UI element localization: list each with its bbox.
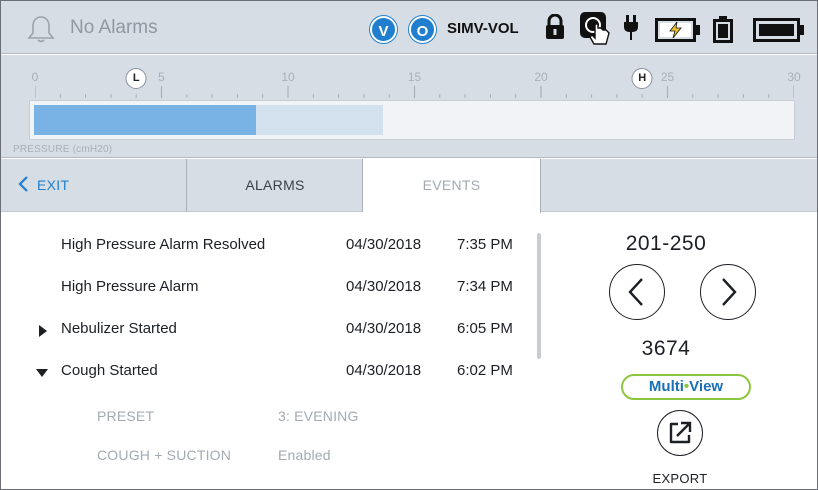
gauge-tick-label: 10 bbox=[281, 70, 295, 84]
export-button[interactable] bbox=[657, 410, 703, 456]
event-date: 04/30/2018 bbox=[346, 278, 422, 295]
event-row[interactable]: Nebulizer Started 04/30/2018 6:05 PM bbox=[1, 309, 541, 351]
tab-events[interactable]: EVENTS bbox=[363, 159, 541, 213]
collapse-arrow-icon[interactable] bbox=[36, 368, 48, 378]
event-time: 6:05 PM bbox=[457, 320, 513, 337]
event-date: 04/30/2018 bbox=[346, 362, 422, 379]
battery-charging-icon bbox=[655, 18, 701, 47]
gauge-tick-label: 30 bbox=[787, 70, 801, 84]
gauge-tick-label: 5 bbox=[158, 70, 165, 84]
gauge-tick-label: 20 bbox=[534, 70, 548, 84]
event-name: Cough Started bbox=[61, 362, 158, 379]
pressure-fill-bar bbox=[34, 105, 257, 135]
event-detail-row: PRESET 3: EVENING bbox=[1, 398, 541, 438]
gauge-tick-label: 25 bbox=[660, 70, 675, 84]
detail-value: 3: EVENING bbox=[278, 408, 359, 424]
event-date: 04/30/2018 bbox=[346, 236, 422, 253]
touch-lock-icon[interactable] bbox=[579, 11, 613, 50]
chevron-left-icon bbox=[18, 176, 28, 192]
event-time: 7:34 PM bbox=[457, 278, 513, 295]
multiview-right: View bbox=[689, 378, 724, 395]
volume-mode-badge: V bbox=[370, 16, 397, 43]
multiview-left: Multi bbox=[648, 378, 684, 395]
battery-full-icon bbox=[753, 18, 805, 47]
event-detail-row: COUGH + SUCTION Enabled bbox=[1, 437, 541, 477]
gauge-ticks bbox=[35, 86, 794, 98]
alarm-status[interactable]: No Alarms bbox=[70, 17, 158, 39]
event-total: 3674 bbox=[641, 337, 691, 360]
exit-button[interactable]: EXIT bbox=[1, 159, 187, 212]
page-range: 201-250 bbox=[625, 232, 707, 255]
event-date: 04/30/2018 bbox=[346, 320, 422, 337]
chevron-right-icon bbox=[721, 277, 737, 306]
exit-label: EXIT bbox=[37, 177, 70, 193]
next-page-button[interactable] bbox=[700, 264, 756, 320]
export-icon bbox=[669, 421, 691, 443]
app-frame: No Alarms V O SIMV-VOL 0 5 10 15 20 25 3… bbox=[0, 0, 818, 490]
tab-bar: EXIT ALARMS EVENTS bbox=[1, 159, 817, 213]
expand-arrow-icon[interactable] bbox=[38, 325, 48, 337]
events-scrollbar[interactable] bbox=[537, 233, 541, 359]
event-name: High Pressure Alarm bbox=[61, 278, 199, 295]
status-header: No Alarms V O SIMV-VOL bbox=[1, 1, 817, 54]
chevron-left-icon bbox=[627, 277, 643, 306]
event-row[interactable]: High Pressure Alarm 04/30/2018 7:34 PM bbox=[1, 267, 541, 309]
battery-icon bbox=[711, 16, 735, 49]
plug-icon bbox=[623, 15, 639, 46]
detail-key: PRESET bbox=[97, 408, 155, 424]
multiview-button[interactable]: Multi•View bbox=[621, 374, 751, 400]
detail-key: COUGH + SUCTION bbox=[97, 447, 232, 463]
tab-alarms[interactable]: ALARMS bbox=[188, 159, 363, 212]
event-time: 6:02 PM bbox=[457, 362, 513, 379]
event-row[interactable]: High Pressure Alarm Resolved 04/30/2018 … bbox=[1, 225, 541, 267]
detail-value: Enabled bbox=[278, 447, 331, 463]
event-row[interactable]: Cough Started 04/30/2018 6:02 PM bbox=[1, 351, 541, 393]
gauge-tick-label: 0 bbox=[31, 70, 39, 84]
oxygen-mode-badge: O bbox=[409, 16, 436, 43]
gauge-label: PRESSURE (cmH20) bbox=[13, 144, 113, 155]
ventilation-mode[interactable]: SIMV-VOL bbox=[447, 20, 519, 37]
pressure-gauge: 0 5 10 15 20 25 30 LH PRESSURE (cmH20) bbox=[1, 55, 817, 158]
event-time: 7:35 PM bbox=[457, 236, 513, 253]
previous-page-button[interactable] bbox=[609, 264, 665, 320]
gauge-tick-label: 15 bbox=[407, 70, 422, 84]
bell-icon[interactable] bbox=[26, 13, 56, 48]
lock-icon[interactable] bbox=[544, 13, 566, 45]
events-list: High Pressure Alarm Resolved 04/30/2018 … bbox=[1, 213, 541, 489]
export-label: EXPORT bbox=[652, 471, 708, 486]
event-name: Nebulizer Started bbox=[61, 320, 177, 337]
pressure-bar-track bbox=[29, 100, 795, 140]
event-name: High Pressure Alarm Resolved bbox=[61, 236, 266, 253]
